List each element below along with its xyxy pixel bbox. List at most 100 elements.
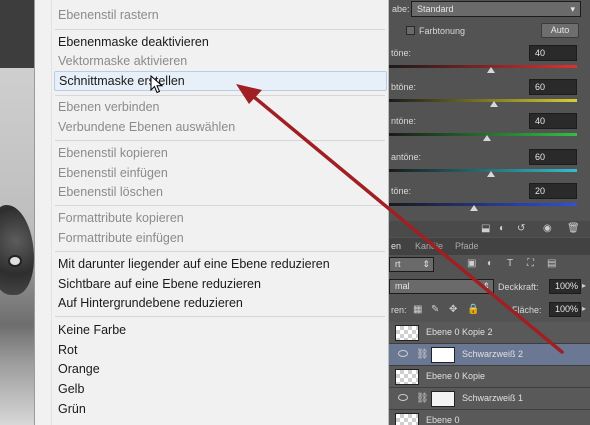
slider-track[interactable] [389, 169, 577, 172]
filter-type-icon[interactable]: T [507, 258, 513, 269]
menu-item-select-linked-layers[interactable]: Verbundene Ebenen auswählen [58, 117, 235, 137]
properties-layers-panel: abe: Standard ▾ Farbtonung Auto töne: 40… [389, 0, 590, 425]
filter-smart-object-icon[interactable]: ▤ [547, 258, 556, 269]
menu-separator [55, 140, 385, 141]
slider-label: töne: [391, 186, 412, 196]
preset-select[interactable]: Standard ▾ [411, 1, 581, 17]
fill-input[interactable]: 100% [549, 302, 581, 317]
lock-all-icon[interactable]: 🔒 [467, 304, 479, 315]
menu-item-rasterize-style[interactable]: Ebenenstil rastern [58, 5, 159, 25]
layer-name: Ebene 0 [426, 415, 460, 425]
tint-label: Farbtonung [419, 26, 466, 36]
menu-separator [55, 251, 385, 252]
menu-item-color-yellow[interactable]: Gelb [58, 379, 84, 399]
mouse-cursor-icon [150, 75, 164, 94]
tab-layers[interactable]: en [391, 241, 401, 255]
menu-item-link-layers[interactable]: Ebenen verbinden [58, 97, 159, 117]
mask-thumbnail [431, 347, 455, 363]
menu-item-flatten-image[interactable]: Auf Hintergrundebene reduzieren [58, 293, 243, 313]
slider-label: btöne: [391, 82, 417, 92]
slider-value-input[interactable]: 60 [529, 79, 577, 95]
menu-item-copy-shape-attributes[interactable]: Formattribute kopieren [58, 208, 184, 228]
menu-item-disable-layer-mask[interactable]: Ebenenmaske deaktivieren [58, 32, 209, 52]
chevron-right-icon[interactable]: ▸ [582, 304, 586, 313]
opacity-label: Deckkraft: [498, 282, 539, 292]
filter-pixel-icon[interactable]: ▣ [467, 258, 476, 269]
filter-adjustment-icon[interactable]: ◐ [487, 258, 493, 269]
menu-item-merge-down[interactable]: Mit darunter liegender auf eine Ebene re… [58, 254, 330, 274]
chain-link-icon[interactable]: ⛓ [416, 349, 429, 360]
menu-item-color-none[interactable]: Keine Farbe [58, 320, 126, 340]
menu-item-color-red[interactable]: Rot [58, 340, 77, 360]
layer-row-selected[interactable]: ⛓ Schwarzweiß 2 [389, 344, 590, 366]
chevron-down-icon: ▾ [570, 4, 575, 14]
tint-checkbox[interactable] [406, 26, 415, 35]
lock-position-icon[interactable]: ✥ [449, 304, 457, 315]
slider-thumb[interactable] [486, 67, 495, 73]
lock-transparency-icon[interactable]: ▦ [413, 304, 422, 315]
slider-track[interactable] [389, 203, 577, 206]
layer-name: Schwarzweiß 2 [462, 349, 524, 359]
slider-value-input[interactable]: 40 [529, 113, 577, 129]
menu-item-color-orange[interactable]: Orange [58, 359, 100, 379]
chevron-updown-icon: ⇕ [482, 281, 490, 291]
slider-thumb[interactable] [469, 205, 478, 211]
preset-value: Standard [417, 4, 454, 14]
clip-to-layer-icon[interactable]: ⬓ [481, 223, 490, 234]
menu-item-copy-layer-style[interactable]: Ebenenstil kopieren [58, 143, 168, 163]
menu-item-color-green[interactable]: Grün [58, 399, 86, 419]
slider-label: antöne: [391, 152, 422, 162]
filter-shape-icon[interactable]: ⛶ [527, 258, 534, 269]
layer-row[interactable]: Ebene 0 [389, 410, 590, 425]
trash-icon[interactable]: 🗑 [567, 223, 580, 234]
tab-channels[interactable]: Kanäle [415, 241, 443, 255]
slider-value-input[interactable]: 40 [529, 45, 577, 61]
slider-thumb[interactable] [482, 135, 491, 141]
eye-icon[interactable] [398, 350, 408, 357]
layer-row[interactable]: Ebene 0 Kopie 2 [389, 322, 590, 344]
menu-gutter [35, 0, 52, 425]
cat-eye [8, 255, 22, 267]
layer-thumbnail [395, 325, 419, 341]
menu-separator [55, 29, 385, 30]
layer-row[interactable]: Ebene 0 Kopie [389, 366, 590, 388]
slider-thumb[interactable] [490, 101, 499, 107]
chevron-updown-icon: ⇕ [422, 259, 430, 269]
auto-button[interactable]: Auto [541, 23, 579, 38]
preset-label: abe: [392, 4, 410, 14]
opacity-input[interactable]: 100% [549, 279, 581, 294]
menu-item-clear-layer-style[interactable]: Ebenenstil löschen [58, 182, 163, 202]
layer-name: Schwarzweiß 1 [462, 393, 524, 403]
reset-icon[interactable]: ↺ [517, 223, 525, 234]
mask-thumbnail [431, 391, 455, 407]
context-menu: Ebenenstil rastern Ebenenmaske deaktivie… [34, 0, 389, 425]
blend-mode-value: mal [395, 281, 410, 291]
slider-label: töne: [391, 48, 412, 58]
view-previous-icon[interactable]: ◐ [499, 223, 505, 234]
lock-pixels-icon[interactable]: ✎ [431, 304, 439, 315]
slider-track[interactable] [389, 65, 577, 68]
slider-track[interactable] [389, 99, 577, 102]
fill-label: Fläche: [512, 305, 542, 315]
slider-value-input[interactable]: 20 [529, 183, 577, 199]
menu-item-enable-vector-mask[interactable]: Vektormaske aktivieren [58, 51, 187, 71]
layer-row[interactable]: ⛓ Schwarzweiß 1 [389, 388, 590, 410]
lock-label: ren: [391, 305, 407, 315]
slider-value-input[interactable]: 60 [529, 149, 577, 165]
blend-mode-select[interactable]: mal ⇕ [389, 279, 494, 294]
menu-item-paste-shape-attributes[interactable]: Formattribute einfügen [58, 228, 184, 248]
tab-paths[interactable]: Pfade [455, 241, 479, 255]
kind-filter-select[interactable]: rt ⇕ [389, 257, 434, 272]
eye-icon[interactable] [398, 394, 408, 401]
slider-thumb[interactable] [486, 171, 495, 177]
visibility-eye-icon[interactable]: ◉ [543, 223, 552, 234]
menu-item-merge-visible[interactable]: Sichtbare auf eine Ebene reduzieren [58, 274, 261, 294]
menu-item-create-clipping-mask[interactable]: Schnittmaske erstellen [54, 71, 387, 91]
chevron-right-icon[interactable]: ▸ [582, 281, 586, 290]
sliders-group: töne: 40 btöne: 60 ntöne: 40 antöne: 60 … [389, 45, 590, 220]
canvas-top [0, 0, 34, 68]
layer-name: Ebene 0 Kopie 2 [426, 327, 493, 337]
menu-item-paste-layer-style[interactable]: Ebenenstil einfügen [58, 163, 168, 183]
menu-separator [55, 205, 385, 206]
chain-link-icon[interactable]: ⛓ [416, 393, 429, 404]
